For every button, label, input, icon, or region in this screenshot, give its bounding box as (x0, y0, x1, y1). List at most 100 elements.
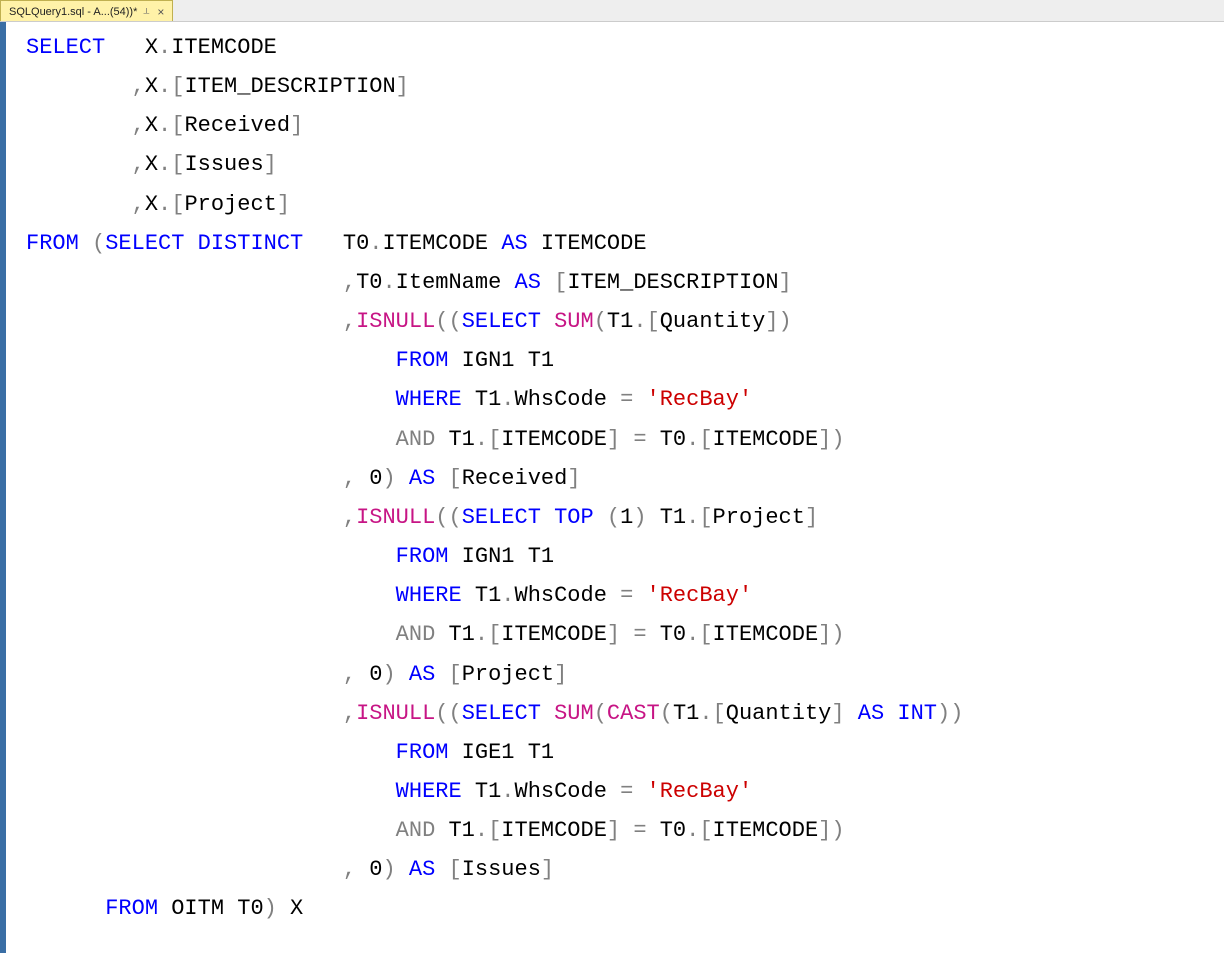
code-token: ISNULL (356, 505, 435, 530)
code-token: .[ (475, 622, 501, 647)
code-token: T0 (303, 231, 369, 256)
code-token: WHERE (396, 387, 462, 412)
pin-icon[interactable]: ⟂ (143, 6, 149, 17)
code-token (26, 662, 343, 687)
code-token: )) (937, 701, 963, 726)
code-token: AS (501, 231, 527, 256)
code-token (26, 192, 132, 217)
code-token: 1 (620, 505, 633, 530)
code-token: . (501, 583, 514, 608)
code-token: [ (448, 662, 461, 687)
code-token: INT (897, 701, 937, 726)
code-token: ]) (765, 309, 791, 334)
code-token: AS (858, 701, 884, 726)
code-token (541, 309, 554, 334)
code-token (26, 74, 132, 99)
code-token (26, 466, 343, 491)
code-token: AND (396, 622, 436, 647)
code-token: . (382, 270, 395, 295)
code-token: .[ (158, 74, 184, 99)
code-token (26, 544, 396, 569)
code-token: Project (184, 192, 276, 217)
code-token: = (620, 583, 633, 608)
code-token: X (145, 192, 158, 217)
code-token: Quantity (660, 309, 766, 334)
code-token: T0 (356, 270, 382, 295)
close-icon[interactable]: × (155, 5, 166, 19)
code-token: X (277, 896, 303, 921)
code-token: , (132, 152, 145, 177)
code-token: .[ (158, 113, 184, 138)
code-token (541, 701, 554, 726)
code-token: ] (396, 74, 409, 99)
code-token: , (343, 309, 356, 334)
code-token: .[ (699, 701, 725, 726)
code-token: ( (594, 701, 607, 726)
code-token: T1 (435, 622, 475, 647)
code-token: Received (184, 113, 290, 138)
code-token: . (369, 231, 382, 256)
code-token: ITEMCODE (528, 231, 647, 256)
code-token: ) (382, 662, 395, 687)
code-token: WHERE (396, 779, 462, 804)
code-token: T0 (647, 622, 687, 647)
code-token: ITEMCODE (713, 622, 819, 647)
code-token: T1 (673, 701, 699, 726)
code-token (435, 662, 448, 687)
code-token: AS (515, 270, 541, 295)
code-token: ]) (818, 427, 844, 452)
tab-sqlquery1[interactable]: SQLQuery1.sql - A...(54))* ⟂ × (0, 0, 173, 21)
code-token: AND (396, 818, 436, 843)
code-token: ] (805, 505, 818, 530)
code-token (26, 427, 396, 452)
code-token: T1 (462, 779, 502, 804)
code-token: FROM (105, 896, 158, 921)
code-token: ) (382, 466, 395, 491)
code-token: . (501, 779, 514, 804)
code-token: OITM T0 (158, 896, 264, 921)
code-token: WhsCode (515, 583, 621, 608)
code-token: ITEMCODE (713, 427, 819, 452)
code-token: .[ (158, 192, 184, 217)
code-token (26, 270, 343, 295)
code-editor[interactable]: SELECT X.ITEMCODE ,X.[ITEM_DESCRIPTION] … (0, 22, 1224, 953)
code-token: T1 (607, 309, 633, 334)
code-token (26, 622, 396, 647)
code-token: , (132, 74, 145, 99)
code-token (884, 701, 897, 726)
code-token: 0 (356, 857, 382, 882)
code-token: ] (779, 270, 792, 295)
code-token (396, 857, 409, 882)
code-token: 'RecBay' (647, 583, 753, 608)
code-token (396, 662, 409, 687)
code-token: DISTINCT (198, 231, 304, 256)
code-token: X (145, 113, 158, 138)
code-token: AND (396, 427, 436, 452)
code-token: , (132, 192, 145, 217)
code-token: WhsCode (515, 779, 621, 804)
code-token: .[ (686, 505, 712, 530)
code-token: 0 (356, 466, 382, 491)
code-token: ] (264, 152, 277, 177)
code-token: ] (567, 466, 580, 491)
code-token: SELECT (26, 35, 105, 60)
code-token: X (145, 74, 158, 99)
code-token: IGN1 T1 (448, 348, 554, 373)
code-token: ] = (607, 622, 647, 647)
code-token: ( (594, 309, 607, 334)
code-content[interactable]: SELECT X.ITEMCODE ,X.[ITEM_DESCRIPTION] … (6, 28, 1224, 929)
code-token (594, 505, 607, 530)
code-token: AS (409, 857, 435, 882)
code-token: ITEMCODE (501, 622, 607, 647)
code-token (396, 466, 409, 491)
code-token: ] (554, 662, 567, 687)
code-token: ITEMCODE (501, 427, 607, 452)
code-token (633, 583, 646, 608)
code-token: Project (462, 662, 554, 687)
code-token: T0 (647, 818, 687, 843)
code-token (26, 818, 396, 843)
code-token: ] = (607, 818, 647, 843)
code-token (26, 896, 105, 921)
code-token: , (343, 270, 356, 295)
code-token: SELECT (462, 309, 541, 334)
